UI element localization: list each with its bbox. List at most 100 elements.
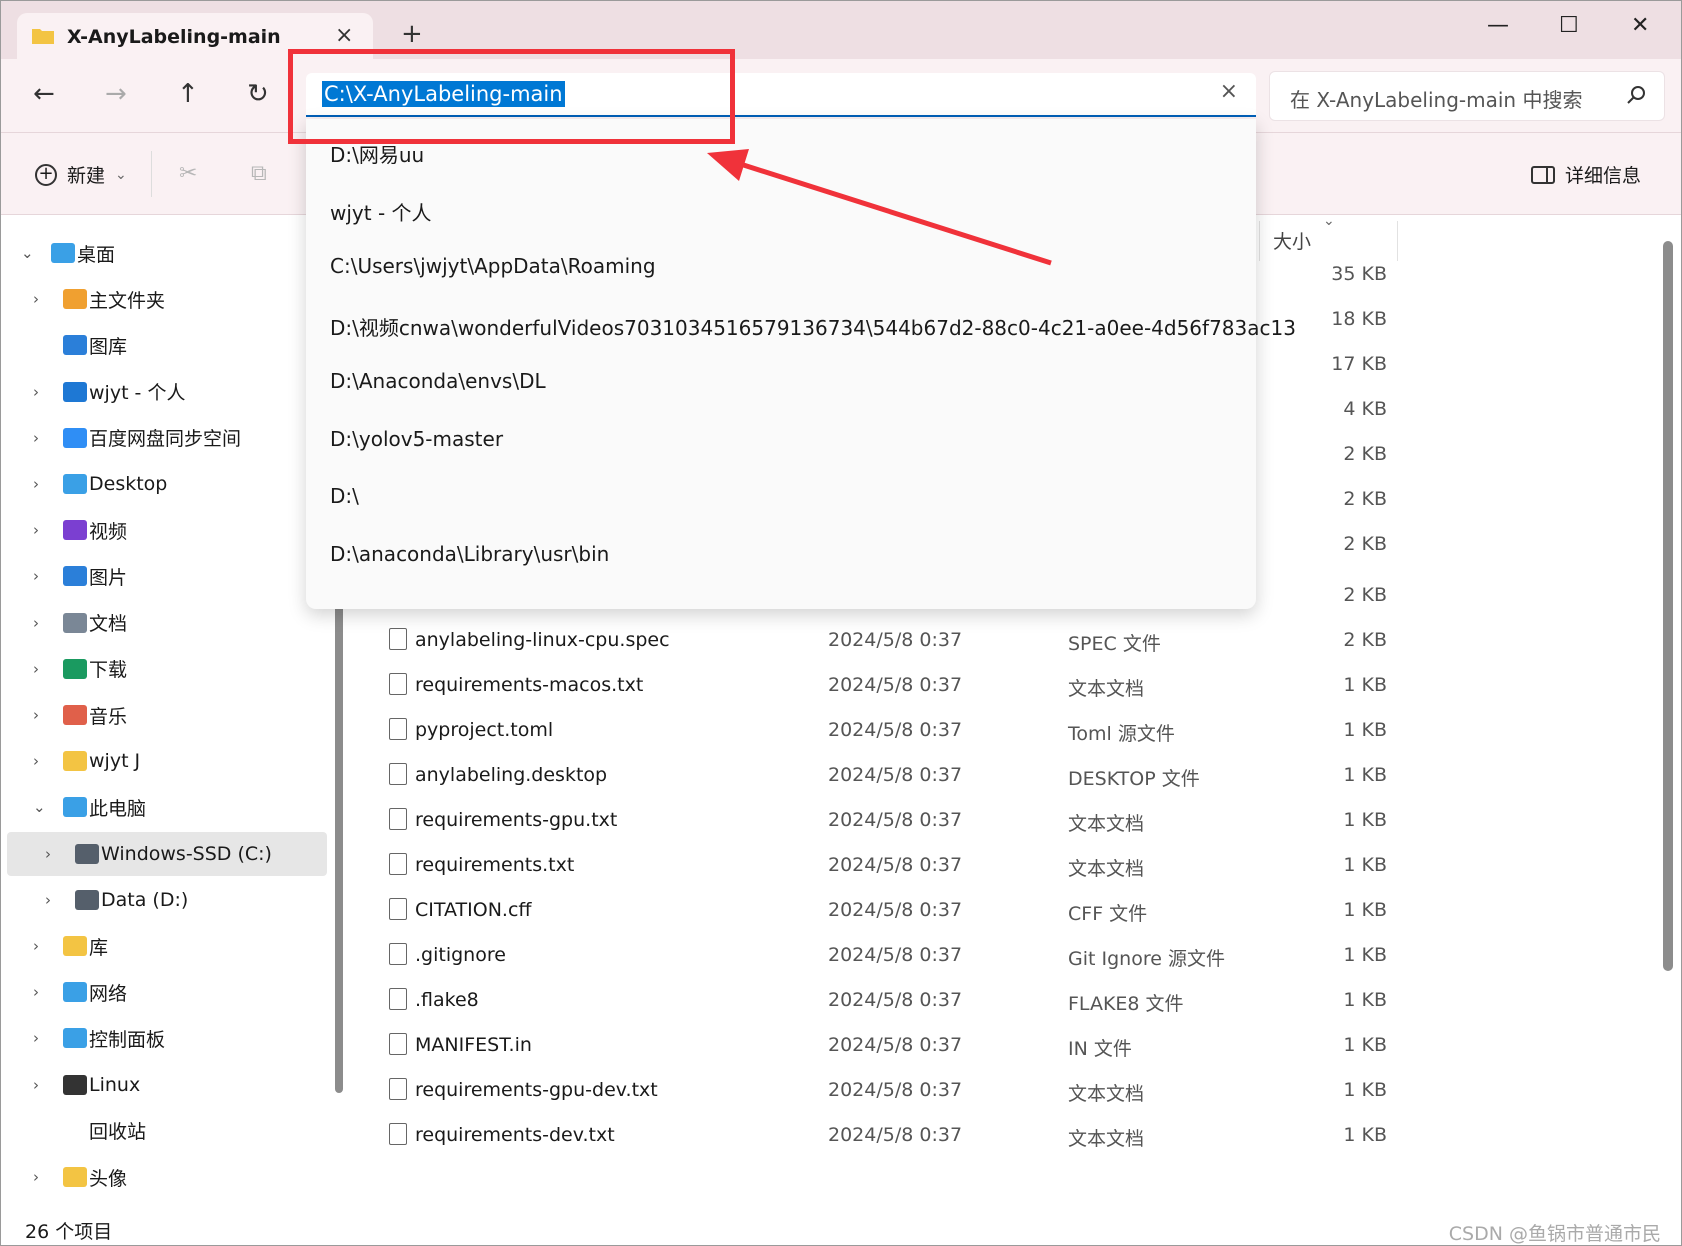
sidebar-item[interactable]: ⌄ 此电脑 (1, 785, 327, 829)
chevron-right-icon[interactable]: › (33, 1076, 39, 1094)
file-icon (389, 898, 407, 920)
search-box[interactable]: 在 X-AnyLabeling-main 中搜索 (1269, 71, 1665, 121)
sidebar-item-icon (63, 658, 87, 679)
file-row[interactable]: pyproject.toml 2024/5/8 0:37 Toml 源文件 1 KB (351, 708, 1387, 754)
file-row[interactable]: anylabeling.desktop 2024/5/8 0:37 DESKTOP … (351, 753, 1387, 799)
file-date: 2024/5/8 0:37 (828, 854, 963, 876)
sidebar-item[interactable]: › 文档 (1, 601, 327, 645)
chevron-down-icon[interactable]: ⌄ (21, 244, 34, 262)
chevron-right-icon[interactable]: › (33, 521, 39, 539)
address-suggestion-item[interactable]: D:\anaconda\Library\usr\bin (330, 542, 609, 566)
file-row[interactable]: anylabeling-linux-cpu.spec 2024/5/8 0:37 S… (351, 618, 1387, 664)
up-button[interactable]: ↑ (177, 79, 199, 109)
sidebar-item[interactable]: › Data (D:) (1, 878, 327, 922)
chevron-right-icon[interactable]: › (33, 429, 39, 447)
file-date: 2024/5/8 0:37 (828, 944, 963, 966)
address-suggestion-item[interactable]: D:\yolov5-master (330, 427, 503, 451)
sidebar-item[interactable]: › 控制面板 (1, 1016, 327, 1060)
chevron-right-icon[interactable]: › (33, 383, 39, 401)
chevron-right-icon[interactable]: › (45, 891, 51, 909)
sidebar-item[interactable]: 回收站 (1, 1109, 327, 1153)
file-row[interactable]: requirements-macos.txt 2024/5/8 0:37 文本文档 1… (351, 663, 1387, 709)
sidebar-item-icon (63, 705, 87, 725)
file-row[interactable]: requirements.txt 2024/5/8 0:37 文本文档 1 KB (351, 843, 1387, 889)
sidebar-item[interactable]: › wjyt J (1, 739, 327, 783)
search-icon (1627, 86, 1645, 104)
file-row[interactable]: requirements-dev.txt 2024/5/8 0:37 文本文档 1 K… (351, 1113, 1387, 1159)
sidebar-item[interactable]: › 头像 (1, 1155, 327, 1199)
chevron-right-icon[interactable]: › (33, 1029, 39, 1047)
sidebar-item[interactable]: 图库 (1, 323, 327, 367)
address-suggestion-item[interactable]: C:\Users\jwjyt\AppData\Roaming (330, 254, 656, 278)
sidebar-item-icon (63, 474, 87, 494)
file-date: 2024/5/8 0:37 (828, 764, 963, 786)
new-tab-button[interactable]: + (401, 19, 423, 49)
address-clear-button[interactable]: × (1220, 79, 1238, 104)
title-bar: X-AnyLabeling-main × + — ☐ ✕ (1, 1, 1681, 61)
details-pane-button[interactable]: 详细信息 (1530, 161, 1641, 188)
sidebar-item[interactable]: › 下载 (1, 647, 327, 691)
file-name: requirements-gpu.txt (415, 809, 618, 831)
address-suggestion-item[interactable]: D:\视频cnwa\wonderfulVideos703103451657913… (330, 312, 1296, 341)
file-name: .flake8 (415, 989, 479, 1011)
chevron-right-icon[interactable]: › (33, 614, 39, 632)
sidebar-scrollbar[interactable] (335, 601, 343, 1093)
cut-icon[interactable]: ✂ (179, 161, 197, 186)
sidebar-item[interactable]: › 网络 (1, 970, 327, 1014)
chevron-right-icon[interactable]: › (45, 845, 51, 863)
sidebar-item-label: wjyt J (89, 750, 141, 773)
chevron-right-icon[interactable]: › (33, 660, 39, 678)
new-button[interactable]: + 新建 ⌄ (35, 161, 127, 188)
sidebar-item[interactable]: › 图片 (1, 554, 327, 598)
annotation-highlight-box (288, 49, 735, 144)
chevron-right-icon[interactable]: › (33, 475, 39, 493)
file-row[interactable]: requirements-gpu.txt 2024/5/8 0:37 文本文档 1 K… (351, 798, 1387, 844)
chevron-right-icon[interactable]: › (33, 937, 39, 955)
sidebar-item[interactable]: › Desktop (1, 462, 327, 506)
chevron-right-icon[interactable]: › (33, 290, 39, 308)
chevron-right-icon[interactable]: › (33, 1168, 39, 1186)
tab-close-button[interactable]: × (335, 23, 353, 48)
search-input[interactable]: 在 X-AnyLabeling-main 中搜索 (1290, 84, 1582, 113)
file-row[interactable]: .gitignore 2024/5/8 0:37 Git Ignore 源文件 1 K… (351, 933, 1387, 979)
details-label: 详细信息 (1564, 165, 1641, 187)
chevron-right-icon[interactable]: › (33, 752, 39, 770)
sidebar-item[interactable]: › 库 (1, 924, 327, 968)
minimize-button[interactable]: — (1487, 13, 1509, 38)
sidebar-item[interactable]: › Windows-SSD (C:) (7, 831, 327, 876)
chevron-right-icon[interactable]: › (33, 983, 39, 1001)
file-type: CFF 文件 (1068, 903, 1148, 925)
file-list-scrollbar[interactable] (1663, 241, 1673, 971)
file-icon (389, 628, 407, 650)
sidebar-item-label: Linux (89, 1073, 141, 1096)
chevron-down-icon[interactable]: ⌄ (33, 798, 46, 816)
column-header-size[interactable]: 大小 (1273, 227, 1311, 254)
sidebar-item[interactable]: › 百度网盘同步空间 (1, 416, 327, 460)
file-type: FLAKE8 文件 (1068, 993, 1184, 1015)
close-window-button[interactable]: ✕ (1631, 13, 1649, 38)
sidebar-item[interactable]: › Linux (1, 1063, 327, 1107)
file-row[interactable]: CITATION.cff 2024/5/8 0:37 CFF 文件 1 KB (351, 888, 1387, 934)
file-size: 35 KB (1331, 263, 1387, 285)
sidebar-item[interactable]: › 视频 (1, 508, 327, 552)
maximize-button[interactable]: ☐ (1559, 13, 1579, 38)
back-button[interactable]: ← (33, 79, 55, 109)
chevron-right-icon[interactable]: › (33, 567, 39, 585)
sidebar-item-label: wjyt - 个人 (89, 382, 186, 405)
address-suggestion-item[interactable]: wjyt - 个人 (330, 197, 432, 226)
address-suggestion-item[interactable]: D:\ (330, 484, 359, 508)
sidebar-item[interactable]: › 音乐 (1, 693, 327, 737)
file-row[interactable]: .flake8 2024/5/8 0:37 FLAKE8 文件 1 KB (351, 978, 1387, 1024)
refresh-button[interactable]: ↻ (247, 79, 269, 109)
sidebar-item[interactable]: ⌄ 桌面 (1, 231, 327, 275)
address-suggestion-item[interactable]: D:\Anaconda\envs\DL (330, 369, 546, 393)
forward-button[interactable]: → (105, 79, 127, 109)
file-row[interactable]: MANIFEST.in 2024/5/8 0:37 IN 文件 1 KB (351, 1023, 1387, 1069)
copy-icon[interactable]: ⧉ (251, 161, 267, 186)
sidebar-item[interactable]: › 主文件夹 (1, 277, 327, 321)
sidebar-item[interactable]: › wjyt - 个人 (1, 370, 327, 414)
chevron-right-icon[interactable]: › (33, 706, 39, 724)
file-size: 2 KB (1343, 533, 1387, 555)
sidebar-item-label: 文档 (89, 613, 128, 636)
file-row[interactable]: requirements-gpu-dev.txt 2024/5/8 0:37 文本文… (351, 1068, 1387, 1114)
